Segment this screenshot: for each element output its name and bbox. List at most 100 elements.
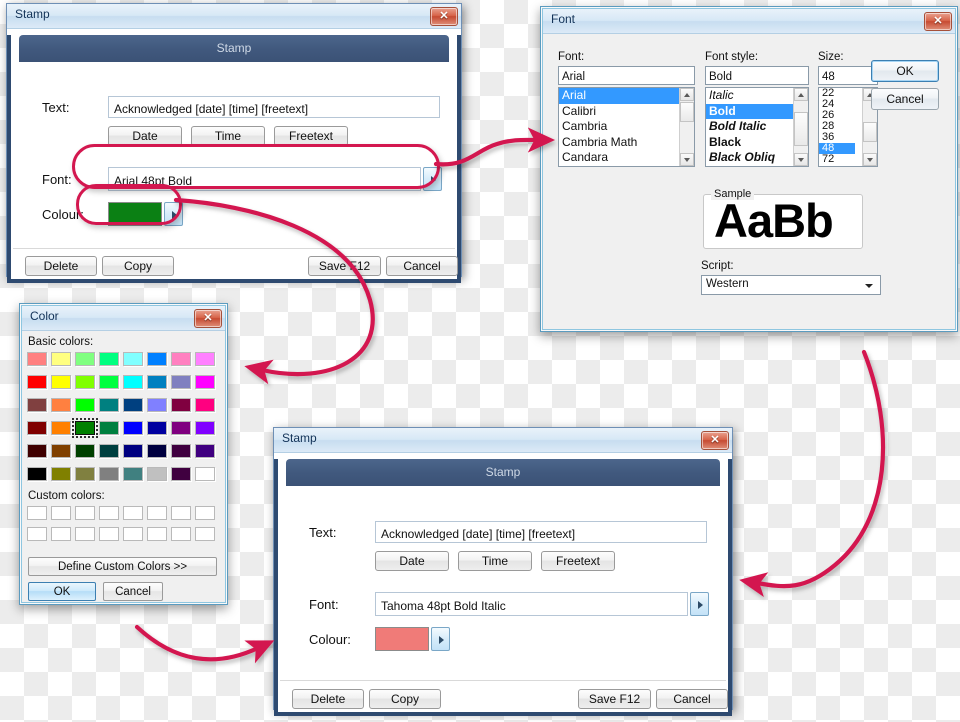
scrollbar-thumb[interactable] <box>794 112 808 146</box>
color-swatch[interactable] <box>171 375 191 389</box>
close-icon[interactable] <box>701 431 729 450</box>
color-swatch[interactable] <box>171 421 191 435</box>
color-swatch[interactable] <box>195 352 215 366</box>
font-size-input[interactable] <box>818 66 878 85</box>
color-dialog[interactable]: Color Basic colors: Custom colors: Defin… <box>19 303 228 605</box>
color-swatch[interactable] <box>72 418 98 438</box>
color-swatch[interactable] <box>27 398 47 412</box>
triangle-right-icon[interactable] <box>423 167 442 191</box>
freetext-button[interactable]: Freetext <box>274 126 348 146</box>
close-icon[interactable] <box>194 309 222 328</box>
list-item[interactable]: 48 <box>819 143 855 154</box>
time-button[interactable]: Time <box>191 126 265 146</box>
custom-color-slot[interactable] <box>27 506 47 520</box>
ok-button[interactable]: OK <box>871 60 939 82</box>
color-swatch[interactable] <box>99 398 119 412</box>
triangle-right-icon[interactable] <box>690 592 709 616</box>
color-swatch[interactable] <box>147 375 167 389</box>
custom-color-slot[interactable] <box>75 506 95 520</box>
font-input[interactable] <box>375 592 688 616</box>
scrollbar-thumb[interactable] <box>863 122 877 142</box>
date-button[interactable]: Date <box>108 126 182 146</box>
list-item[interactable]: Cambria Math <box>559 135 694 151</box>
list-item[interactable]: Cambria <box>559 119 694 135</box>
color-swatch[interactable] <box>147 352 167 366</box>
color-swatch[interactable] <box>27 352 47 366</box>
text-input[interactable] <box>375 521 707 543</box>
text-input[interactable] <box>108 96 440 118</box>
list-item[interactable]: Candara <box>559 150 694 166</box>
scroll-down-icon[interactable] <box>863 153 877 166</box>
color-swatch[interactable] <box>75 467 95 481</box>
font-input[interactable] <box>108 167 421 191</box>
color-swatch[interactable] <box>99 444 119 458</box>
color-swatch[interactable] <box>195 398 215 412</box>
script-select[interactable]: Western <box>701 275 881 295</box>
color-swatch[interactable] <box>99 375 119 389</box>
save-button[interactable]: Save F12 <box>308 256 381 276</box>
color-swatch[interactable] <box>75 352 95 366</box>
basic-colors-grid[interactable] <box>27 352 215 490</box>
custom-color-slot[interactable] <box>99 506 119 520</box>
delete-button[interactable]: Delete <box>292 689 364 709</box>
custom-color-slot[interactable] <box>171 506 191 520</box>
color-swatch[interactable] <box>51 352 71 366</box>
color-swatch[interactable] <box>99 467 119 481</box>
list-item[interactable]: Bold <box>706 103 800 119</box>
cancel-button[interactable]: Cancel <box>103 582 163 601</box>
custom-color-slot[interactable] <box>147 527 167 541</box>
font-style-list[interactable]: Italic Bold Bold Italic Black Black Obli… <box>705 87 809 167</box>
color-swatch[interactable] <box>123 467 143 481</box>
color-swatch[interactable] <box>27 444 47 458</box>
color-swatch[interactable] <box>171 398 191 412</box>
custom-color-slot[interactable] <box>51 527 71 541</box>
define-custom-colors-button[interactable]: Define Custom Colors >> <box>28 557 217 576</box>
delete-button[interactable]: Delete <box>25 256 97 276</box>
scroll-down-icon[interactable] <box>680 153 694 166</box>
color-swatch[interactable] <box>99 421 119 435</box>
color-swatch[interactable] <box>51 375 71 389</box>
font-name-input[interactable] <box>558 66 695 85</box>
color-swatch[interactable] <box>123 444 143 458</box>
copy-button[interactable]: Copy <box>102 256 174 276</box>
color-swatch[interactable] <box>195 375 215 389</box>
font-size-list[interactable]: 22 24 26 28 36 48 72 <box>818 87 878 167</box>
color-swatch[interactable] <box>171 352 191 366</box>
custom-color-slot[interactable] <box>171 527 191 541</box>
date-button[interactable]: Date <box>375 551 449 571</box>
custom-color-slot[interactable] <box>123 527 143 541</box>
scrollbar[interactable] <box>793 88 808 166</box>
color-swatch[interactable] <box>147 398 167 412</box>
colour-swatch[interactable] <box>375 627 429 651</box>
copy-button[interactable]: Copy <box>369 689 441 709</box>
color-swatch[interactable] <box>51 467 71 481</box>
color-swatch[interactable] <box>99 352 119 366</box>
custom-color-slot[interactable] <box>27 527 47 541</box>
custom-color-slot[interactable] <box>195 527 215 541</box>
color-swatch[interactable] <box>27 467 47 481</box>
custom-color-slot[interactable] <box>51 506 71 520</box>
scrollbar[interactable] <box>679 88 694 166</box>
custom-color-slot[interactable] <box>195 506 215 520</box>
color-swatch[interactable] <box>171 467 191 481</box>
color-swatch[interactable] <box>75 444 95 458</box>
scroll-down-icon[interactable] <box>794 153 808 166</box>
freetext-button[interactable]: Freetext <box>541 551 615 571</box>
scroll-up-icon[interactable] <box>794 88 808 101</box>
close-icon[interactable] <box>430 7 458 26</box>
color-swatch[interactable] <box>195 421 215 435</box>
color-swatch[interactable] <box>195 467 215 481</box>
cancel-button[interactable]: Cancel <box>871 88 939 110</box>
list-item[interactable]: Arial <box>559 88 686 104</box>
cancel-button[interactable]: Cancel <box>656 689 728 709</box>
save-button[interactable]: Save F12 <box>578 689 651 709</box>
color-swatch[interactable] <box>51 444 71 458</box>
color-swatch[interactable] <box>123 421 143 435</box>
cancel-button[interactable]: Cancel <box>386 256 458 276</box>
color-swatch[interactable] <box>147 444 167 458</box>
color-swatch[interactable] <box>51 398 71 412</box>
font-list[interactable]: Arial Calibri Cambria Cambria Math Canda… <box>558 87 695 167</box>
scroll-up-icon[interactable] <box>680 88 694 101</box>
stamp-dialog-red[interactable]: Stamp Stamp Text: Date Time Freetext Fon… <box>273 427 733 716</box>
triangle-right-icon[interactable] <box>431 627 450 651</box>
